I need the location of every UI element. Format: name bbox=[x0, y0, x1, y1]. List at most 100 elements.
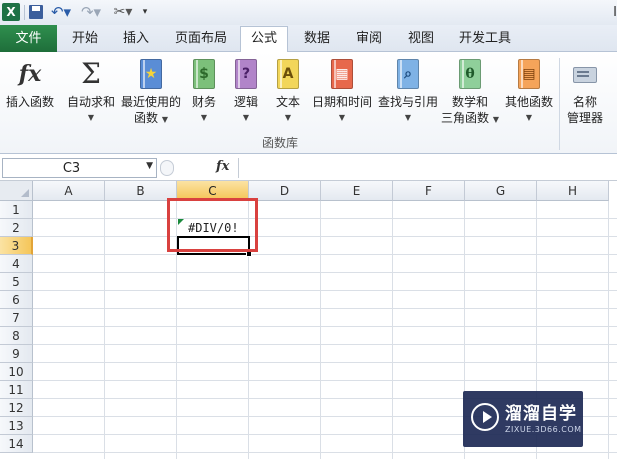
gridline bbox=[33, 344, 617, 345]
button-label: 自动求和 bbox=[66, 95, 115, 109]
chevron-down-icon: ▼ bbox=[87, 113, 95, 122]
row-header-2[interactable]: 2 bbox=[0, 219, 33, 237]
logical-button[interactable]: ? 逻辑 ▼ bbox=[228, 56, 264, 126]
financial-button[interactable]: $ 财务 ▼ bbox=[186, 56, 222, 126]
formula-input[interactable] bbox=[238, 158, 617, 178]
math-book-icon: θ bbox=[459, 59, 481, 89]
button-label: 数学和 bbox=[451, 95, 488, 109]
finance-book-icon: $ bbox=[193, 59, 215, 89]
column-header-d[interactable]: D bbox=[249, 181, 321, 201]
button-label-line2: 三角函数 bbox=[441, 111, 490, 125]
tab-review[interactable]: 审阅 bbox=[345, 27, 393, 51]
date-book-icon: ▦ bbox=[331, 59, 353, 89]
play-icon bbox=[471, 403, 499, 431]
recent-functions-button[interactable]: ★ 最近使用的 函数 ▼ bbox=[119, 56, 183, 128]
name-manager-button[interactable]: 名称 管理器 bbox=[562, 56, 608, 126]
logic-book-icon: ? bbox=[235, 59, 257, 89]
sigma-icon: Σ bbox=[81, 57, 101, 90]
button-label-line2: 管理器 bbox=[566, 111, 603, 125]
excel-logo-icon[interactable]: X bbox=[2, 3, 20, 21]
redo-icon[interactable]: ↷▾ bbox=[80, 3, 102, 21]
column-header-f[interactable]: F bbox=[393, 181, 465, 201]
button-label-line2: 函数 bbox=[134, 111, 159, 125]
row-header-7[interactable]: 7 bbox=[0, 309, 33, 327]
text-button[interactable]: A 文本 ▼ bbox=[270, 56, 306, 126]
date-time-button[interactable]: ▦ 日期和时间 ▼ bbox=[310, 56, 374, 126]
row-header-12[interactable]: 12 bbox=[0, 399, 33, 417]
chevron-down-icon: ▼ bbox=[161, 115, 168, 124]
row-header-1[interactable]: 1 bbox=[0, 201, 33, 219]
name-manager-icon bbox=[571, 63, 599, 85]
column-header-e[interactable]: E bbox=[321, 181, 393, 201]
insert-function-icon: fx bbox=[18, 61, 42, 87]
more-functions-button[interactable]: ▤ 其他函数 ▼ bbox=[502, 56, 556, 126]
button-label: 最近使用的 bbox=[120, 95, 181, 109]
save-icon[interactable] bbox=[28, 3, 44, 21]
button-label: 其他函数 bbox=[504, 95, 553, 109]
row-header-10[interactable]: 10 bbox=[0, 363, 33, 381]
tab-home[interactable]: 开始 bbox=[62, 27, 108, 51]
quick-access-toolbar: X ↶▾ ↷▾ ✂▾ ▾ I bbox=[0, 0, 617, 25]
name-box[interactable]: C3 ▼ bbox=[2, 158, 157, 178]
button-label: 财务 bbox=[191, 95, 216, 109]
chevron-down-icon: ▼ bbox=[242, 113, 250, 122]
chevron-down-icon[interactable]: ▼ bbox=[146, 161, 153, 171]
tab-developer[interactable]: 开发工具 bbox=[452, 27, 518, 51]
gridline bbox=[33, 218, 617, 219]
gridline bbox=[33, 290, 617, 291]
row-header-13[interactable]: 13 bbox=[0, 417, 33, 435]
tab-file[interactable]: 文件 bbox=[0, 25, 57, 52]
gridline bbox=[608, 201, 609, 459]
tab-view[interactable]: 视图 bbox=[397, 27, 445, 51]
row-header-8[interactable]: 8 bbox=[0, 327, 33, 345]
insert-function-fx-icon[interactable]: fx bbox=[216, 159, 229, 174]
ribbon-tabs: 文件 开始 插入 页面布局 公式 数据 审阅 视图 开发工具 bbox=[0, 25, 617, 53]
group-label-function-library: 函数库 bbox=[262, 136, 299, 150]
button-label: 插入函数 bbox=[5, 95, 54, 109]
gridline bbox=[33, 326, 617, 327]
chevron-down-icon: ▼ bbox=[338, 113, 346, 122]
column-header-h[interactable]: H bbox=[537, 181, 609, 201]
tab-page-layout[interactable]: 页面布局 bbox=[165, 27, 237, 51]
tools-icon[interactable]: ✂▾ bbox=[112, 3, 134, 21]
customize-qat-icon[interactable]: ▾ bbox=[139, 3, 151, 21]
select-all-button[interactable] bbox=[0, 181, 33, 201]
row-header-4[interactable]: 4 bbox=[0, 255, 33, 273]
autosum-button[interactable]: Σ 自动求和 ▼ bbox=[64, 56, 118, 126]
gridline bbox=[33, 236, 617, 237]
row-header-9[interactable]: 9 bbox=[0, 345, 33, 363]
lookup-reference-button[interactable]: ⌕ 查找与引用 ▼ bbox=[376, 56, 440, 126]
row-header-14[interactable]: 14 bbox=[0, 435, 33, 453]
row-header-11[interactable]: 11 bbox=[0, 381, 33, 399]
insert-function-button[interactable]: fx 插入函数 bbox=[2, 56, 58, 110]
gridline bbox=[320, 201, 321, 459]
button-label: 日期和时间 bbox=[311, 95, 372, 109]
column-header-a[interactable]: A bbox=[33, 181, 105, 201]
undo-icon[interactable]: ↶▾ bbox=[50, 3, 72, 21]
tab-formulas[interactable]: 公式 bbox=[240, 26, 288, 53]
gridline bbox=[33, 380, 617, 381]
row-header-3[interactable]: 3 bbox=[0, 237, 33, 255]
tab-insert[interactable]: 插入 bbox=[113, 27, 159, 51]
row-header-6[interactable]: 6 bbox=[0, 291, 33, 309]
math-trig-button[interactable]: θ 数学和 三角函数 ▼ bbox=[440, 56, 500, 128]
highlight-annotation-box bbox=[167, 198, 258, 252]
qat-separator bbox=[24, 5, 25, 20]
button-label: 查找与引用 bbox=[377, 95, 438, 109]
gridline bbox=[33, 362, 617, 363]
button-label: 文本 bbox=[275, 95, 300, 109]
formula-bar: C3 ▼ fx bbox=[0, 155, 617, 181]
chevron-down-icon: ▼ bbox=[492, 115, 499, 124]
gridline bbox=[33, 272, 617, 273]
group-separator bbox=[559, 58, 560, 150]
lookup-book-icon: ⌕ bbox=[397, 59, 419, 89]
other-book-icon: ▤ bbox=[518, 59, 540, 89]
gridline bbox=[33, 452, 617, 453]
tab-data[interactable]: 数据 bbox=[293, 27, 341, 51]
watermark-title: 溜溜自学 bbox=[505, 404, 577, 424]
formula-bar-resize-handle[interactable] bbox=[160, 160, 174, 176]
name-box-value: C3 bbox=[62, 161, 81, 176]
gridline bbox=[33, 254, 617, 255]
row-header-5[interactable]: 5 bbox=[0, 273, 33, 291]
column-header-g[interactable]: G bbox=[465, 181, 537, 201]
